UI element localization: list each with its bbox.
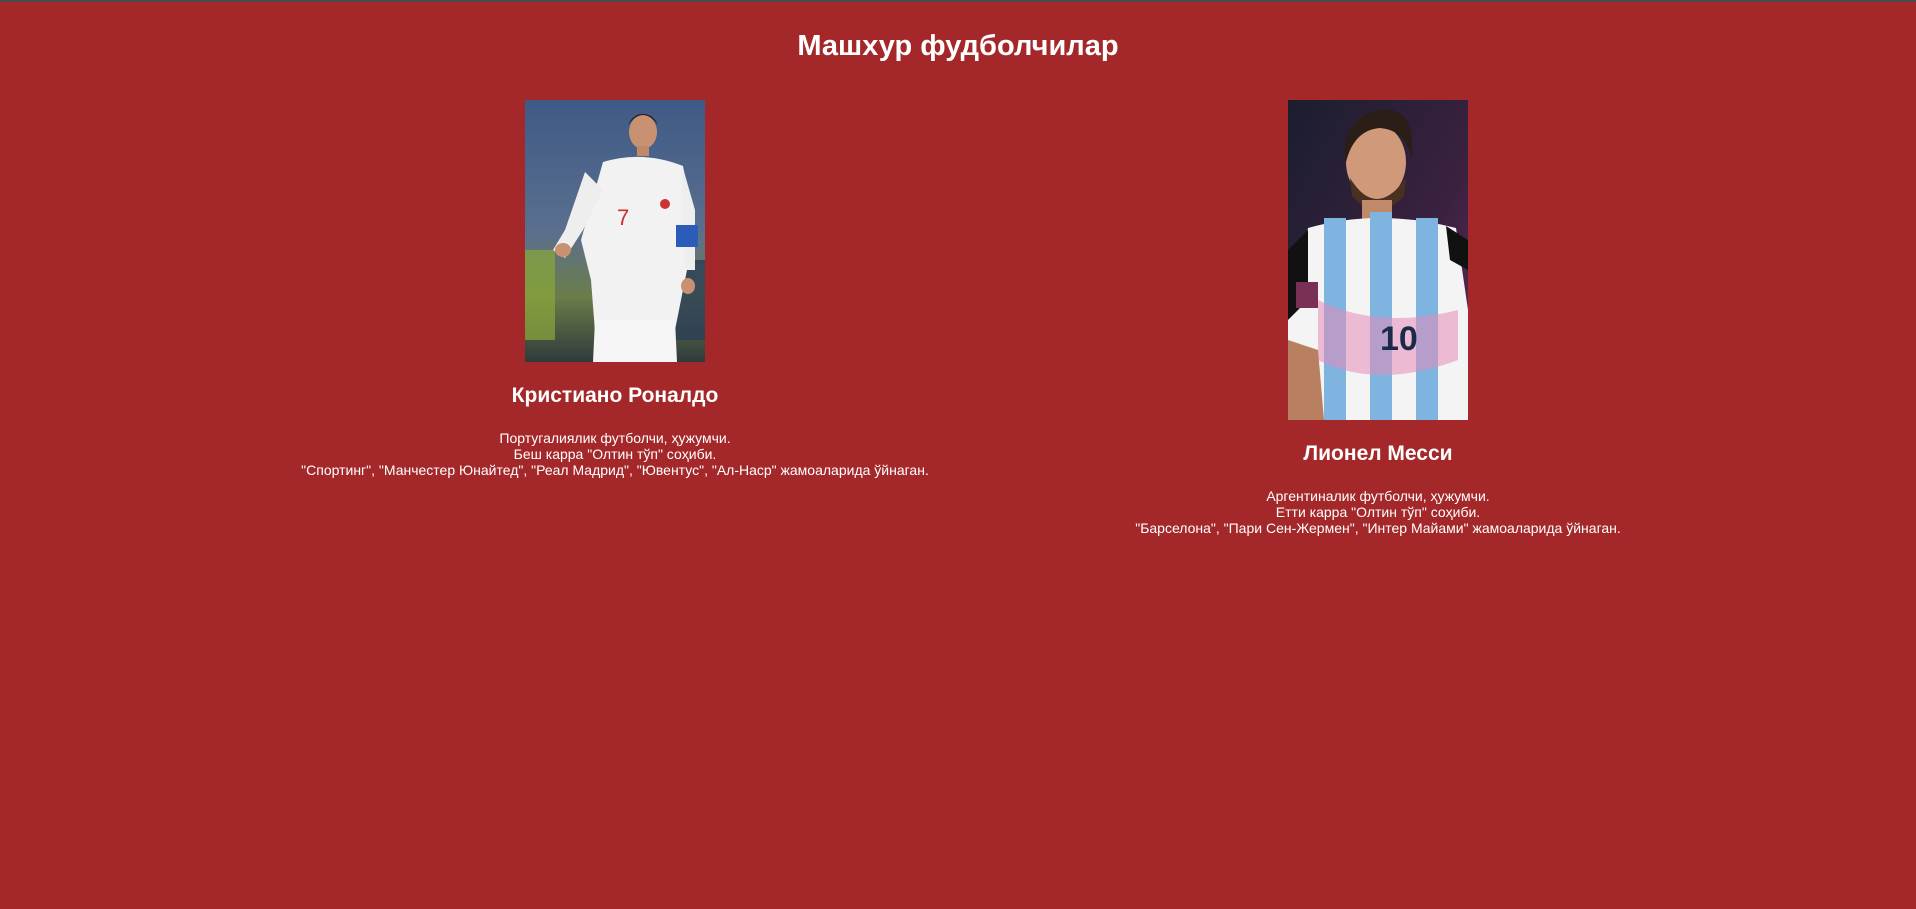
player-description-line: "Барселона", "Пари Сен-Жермен", "Интер М…	[1135, 520, 1621, 536]
player-description-line: "Спортинг", "Манчестер Юнайтед", "Реал М…	[301, 462, 929, 478]
svg-text:10: 10	[1380, 320, 1418, 358]
player-photo-ronaldo: 7	[525, 100, 705, 362]
player-card-ronaldo: 7 Кристиано Роналдо Португалиялик футбол…	[215, 100, 1015, 478]
player-description-ronaldo: Португалиялик футболчи, ҳужумчи. Беш кар…	[215, 430, 1015, 478]
player-description-line: Беш карра "Олтин тўп" соҳиби.	[513, 446, 717, 462]
svg-text:7: 7	[617, 205, 629, 230]
page-title: Машхур фудболчилар	[797, 30, 1119, 62]
player-description-line: Португалиялик футболчи, ҳужумчи.	[499, 430, 731, 446]
player-description-messi: Аргентиналик футболчи, ҳужумчи. Етти кар…	[978, 488, 1778, 536]
player-name-messi: Лионел Месси	[1303, 442, 1453, 465]
player-description-line: Етти карра "Олтин тўп" соҳиби.	[1275, 504, 1481, 520]
player-name-ronaldo: Кристиано Роналдо	[511, 384, 719, 407]
player-card-messi: 10 Лионел Месси Аргентиналик футболчи, ҳ…	[978, 100, 1778, 536]
player-photo-messi: 10	[1288, 100, 1468, 420]
player-description-line: Аргентиналик футболчи, ҳужумчи.	[1266, 488, 1490, 504]
